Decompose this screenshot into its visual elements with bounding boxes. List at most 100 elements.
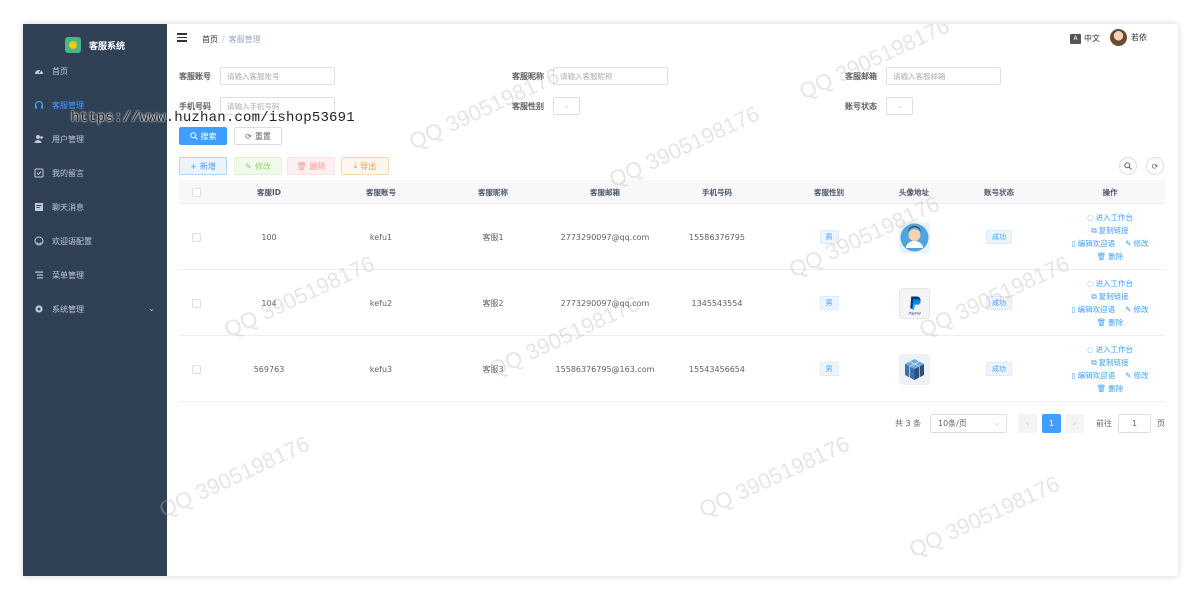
row-checkbox[interactable] — [191, 298, 201, 308]
export-button[interactable]: ⤓ 导出 — [341, 157, 389, 175]
row-checkbox[interactable] — [191, 364, 201, 374]
cell-avatar: PayPal — [885, 270, 943, 336]
enter-workspace-link[interactable]: ◌ 进入工作台 — [1087, 344, 1133, 355]
chat-bubble-icon: ◌ — [1086, 345, 1094, 354]
nickname-label: 客服昵称 — [512, 72, 544, 81]
cell-gender: 男 — [773, 336, 885, 402]
search-button[interactable]: 搜索 — [179, 127, 227, 145]
row-select-cell — [179, 270, 213, 336]
language-switch[interactable]: A 中文 — [1070, 33, 1100, 44]
trash-icon: 🗑 — [296, 161, 307, 171]
op-label: 编辑欢迎语 — [1077, 239, 1116, 248]
cell-email: 2773290097@qq.com — [560, 298, 650, 308]
sidebar-item-users[interactable]: 用户管理 — [23, 122, 167, 156]
op-label: 进入工作台 — [1095, 345, 1134, 354]
reset-button[interactable]: ⟳ 重置 — [234, 127, 282, 145]
menu-list-icon — [34, 270, 44, 280]
sidebar-item-welcome[interactable]: 欢迎语配置 — [23, 224, 167, 258]
app-title: 客服系统 — [88, 41, 125, 52]
row-delete-link[interactable]: 🗑 删除 — [1097, 383, 1124, 394]
page-size-select[interactable]: 10条/页 ⌄ — [930, 414, 1007, 433]
account-input[interactable] — [220, 67, 335, 85]
header-gender: 客服性别 — [814, 187, 844, 197]
paypal-logo-icon[interactable]: PayPal — [898, 287, 930, 319]
sidebar-item-label: 欢迎语配置 — [52, 236, 92, 246]
nickname-input[interactable] — [553, 67, 668, 85]
cell-id: 100 — [261, 232, 277, 242]
gear-icon — [34, 304, 44, 314]
gender-select[interactable]: ⌄ — [553, 97, 580, 115]
edit-button[interactable]: ✎ 修改 — [234, 157, 282, 175]
header-nickname: 客服昵称 — [478, 187, 508, 197]
row-delete-link[interactable]: 🗑 删除 — [1097, 251, 1124, 262]
edit-welcome-link[interactable]: ▯ 编辑欢迎语 — [1072, 370, 1116, 381]
cell-actions: ◌ 进入工作台 ⧉ 复制链接 ▯ 编辑欢迎语 ✎ 修改 🗑 删除 — [1055, 270, 1165, 336]
row-edit-link[interactable]: ✎ 修改 — [1125, 304, 1148, 315]
edit-welcome-link[interactable]: ▯ 编辑欢迎语 — [1072, 304, 1116, 315]
cell-account: kefu3 — [369, 364, 393, 374]
refresh-icon: ⟳ — [1151, 161, 1159, 171]
page-number-current[interactable]: 1 — [1042, 414, 1061, 433]
chevron-down-icon: ⌄ — [148, 304, 155, 313]
prev-page-button[interactable]: ‹ — [1018, 414, 1037, 433]
cell-status: 成功 — [943, 336, 1055, 402]
chevron-down-icon: ⌄ — [563, 102, 570, 110]
copy-link-button[interactable]: ⧉ 复制链接 — [1091, 225, 1128, 236]
download-icon: ⤓ — [353, 161, 358, 170]
breadcrumb-current: 客服管理 — [228, 35, 261, 44]
cell-account: kefu2 — [369, 298, 393, 308]
copy-icon: ⧉ — [1091, 291, 1097, 301]
sidebar-item-label: 我的留言 — [52, 168, 84, 178]
row-checkbox[interactable] — [191, 232, 201, 242]
row-edit-link[interactable]: ✎ 修改 — [1125, 238, 1148, 249]
message-icon — [34, 168, 44, 178]
avatar — [1110, 29, 1127, 46]
edit-icon: ✎ — [1125, 371, 1132, 380]
sidebar-item-messages[interactable]: 我的留言 — [23, 156, 167, 190]
language-label: 中文 — [1084, 34, 1100, 43]
cell-gender: 男 — [773, 204, 885, 270]
breadcrumb-home[interactable]: 首页 — [202, 35, 218, 44]
enter-workspace-link[interactable]: ◌ 进入工作台 — [1087, 212, 1133, 223]
email-input[interactable] — [886, 67, 1001, 85]
account-label: 客服账号 — [179, 72, 211, 81]
logo-icon — [64, 37, 81, 53]
cube-logo-icon[interactable] — [898, 353, 930, 385]
next-page-button[interactable]: › — [1065, 414, 1084, 433]
sidebar-item-label: 首页 — [52, 66, 68, 76]
copy-link-button[interactable]: ⧉ 复制链接 — [1091, 291, 1128, 302]
translate-icon: A — [1070, 33, 1081, 44]
goto-label: 前往 — [1096, 419, 1112, 428]
page-size-value: 10条/页 — [938, 419, 967, 428]
status-select[interactable]: ⌄ — [886, 97, 913, 115]
sidebar-item-label: 用户管理 — [52, 134, 84, 144]
row-edit-link[interactable]: ✎ 修改 — [1125, 370, 1148, 381]
enter-workspace-link[interactable]: ◌ 进入工作台 — [1087, 278, 1133, 289]
add-button[interactable]: + 新增 — [179, 157, 227, 175]
sidebar-item-chat[interactable]: 聊天消息 — [23, 190, 167, 224]
cell-email: 2773290097@qq.com — [560, 232, 650, 242]
document-icon: ▯ — [1071, 371, 1076, 380]
toggle-search-button[interactable] — [1119, 157, 1137, 175]
op-label: 进入工作台 — [1095, 279, 1134, 288]
sidebar-item-menu[interactable]: 菜单管理 — [23, 258, 167, 292]
copy-icon: ⧉ — [1091, 357, 1097, 367]
refresh-icon: ⟳ — [245, 131, 252, 141]
edit-icon: ✎ — [1125, 239, 1132, 248]
edit-welcome-link[interactable]: ▯ 编辑欢迎语 — [1072, 238, 1116, 249]
table-header: 客服ID 客服账号 客服昵称 客服邮箱 手机号码 客服性别 头像地址 账号状态 … — [179, 180, 1165, 204]
op-label: 复制链接 — [1098, 292, 1129, 301]
delete-button[interactable]: 🗑 删除 — [287, 157, 335, 175]
goto-page-input[interactable] — [1118, 414, 1151, 433]
select-all-checkbox[interactable] — [191, 187, 201, 197]
user-menu[interactable]: 若依 — [1110, 29, 1147, 46]
status-tag: 成功 — [986, 230, 1012, 244]
refresh-button[interactable]: ⟳ — [1146, 157, 1164, 175]
url-watermark: https://www.huzhan.com/ishop53691 — [71, 110, 355, 126]
sidebar-item-system[interactable]: 系统管理 ⌄ — [23, 292, 167, 326]
row-delete-link[interactable]: 🗑 删除 — [1097, 317, 1124, 328]
sidebar-item-home[interactable]: 首页 — [23, 54, 167, 88]
copy-link-button[interactable]: ⧉ 复制链接 — [1091, 357, 1128, 368]
person-avatar-icon[interactable] — [898, 221, 930, 253]
hamburger-icon[interactable] — [177, 33, 187, 43]
